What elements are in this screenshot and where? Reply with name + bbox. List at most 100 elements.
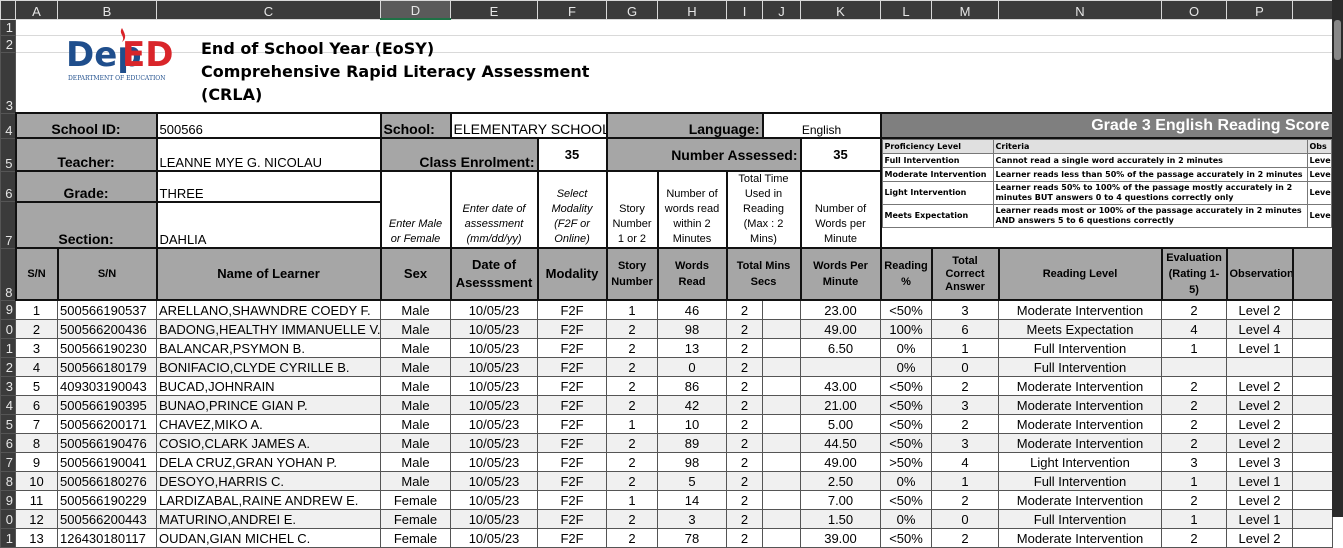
cell-blank[interactable] bbox=[1292, 490, 1333, 510]
cell-pct[interactable]: 0% bbox=[880, 357, 932, 377]
cell-wpm[interactable]: 43.00 bbox=[800, 376, 881, 396]
cell-story[interactable]: 2 bbox=[606, 452, 658, 472]
cell-mod[interactable]: F2F bbox=[537, 357, 607, 377]
cell-pct[interactable]: <50% bbox=[880, 433, 932, 453]
cell-story[interactable]: 2 bbox=[606, 319, 658, 339]
cell-lrn[interactable]: 500566200436 bbox=[57, 319, 157, 339]
cell-pct[interactable]: <50% bbox=[880, 376, 932, 396]
cell-lrn[interactable]: 500566190476 bbox=[57, 433, 157, 453]
cell-story[interactable]: 2 bbox=[606, 376, 658, 396]
cell-name[interactable]: LARDIZABAL,RAINE ANDREW E. bbox=[156, 490, 381, 510]
cell-secs[interactable] bbox=[762, 319, 801, 339]
cell-pct[interactable]: <50% bbox=[880, 414, 932, 434]
cell-sn[interactable]: 10 bbox=[15, 471, 58, 491]
cell-story[interactable]: 1 bbox=[606, 414, 658, 434]
cell-date[interactable]: 10/05/23 bbox=[450, 490, 538, 510]
column-header[interactable]: B bbox=[57, 0, 157, 20]
cell-blank[interactable] bbox=[1292, 509, 1333, 529]
cell-level[interactable]: Moderate Intervention bbox=[998, 528, 1162, 548]
cell-sex[interactable]: Female bbox=[380, 528, 451, 548]
cell-sex[interactable]: Male bbox=[380, 414, 451, 434]
column-header[interactable] bbox=[1292, 0, 1333, 20]
cell-date[interactable]: 10/05/23 bbox=[450, 299, 538, 320]
cell-mins[interactable]: 2 bbox=[726, 452, 763, 472]
cell-sn[interactable]: 2 bbox=[15, 319, 58, 339]
cell-name[interactable]: BALANCAR,PSYMON B. bbox=[156, 338, 381, 358]
cell-mod[interactable]: F2F bbox=[537, 395, 607, 415]
row-header[interactable]: 1 bbox=[0, 528, 16, 548]
cell-secs[interactable] bbox=[762, 452, 801, 472]
cell-correct[interactable]: 6 bbox=[931, 319, 999, 339]
cell-pct[interactable]: 0% bbox=[880, 509, 932, 529]
cell-secs[interactable] bbox=[762, 414, 801, 434]
cell-blank[interactable] bbox=[1292, 414, 1333, 434]
cell-blank[interactable] bbox=[1292, 433, 1333, 453]
cell-correct[interactable]: 4 bbox=[931, 452, 999, 472]
cell-lrn[interactable]: 500566180179 bbox=[57, 357, 157, 377]
cell-eval[interactable]: 2 bbox=[1161, 528, 1227, 548]
cell-story[interactable]: 1 bbox=[606, 299, 658, 320]
cell-mins[interactable]: 2 bbox=[726, 319, 763, 339]
cell-mins[interactable]: 2 bbox=[726, 490, 763, 510]
cell-mod[interactable]: F2F bbox=[537, 433, 607, 453]
cell-level[interactable]: Full Intervention bbox=[998, 471, 1162, 491]
row-header[interactable]: 4 bbox=[0, 112, 16, 139]
cell-mins[interactable]: 2 bbox=[726, 299, 763, 320]
cell-date[interactable]: 10/05/23 bbox=[450, 414, 538, 434]
cell-sn[interactable]: 1 bbox=[15, 299, 58, 320]
column-header[interactable]: J bbox=[762, 0, 801, 20]
cell-eval[interactable]: 2 bbox=[1161, 490, 1227, 510]
row-header[interactable]: 5 bbox=[0, 137, 16, 172]
row-header[interactable]: 6 bbox=[0, 170, 16, 203]
cell-obs[interactable]: Level 2 bbox=[1226, 433, 1293, 453]
cell-obs[interactable]: Level 4 bbox=[1226, 319, 1293, 339]
cell-story[interactable]: 1 bbox=[606, 490, 658, 510]
cell-correct[interactable]: 2 bbox=[931, 490, 999, 510]
cell-mins[interactable]: 2 bbox=[726, 357, 763, 377]
corner-cell[interactable] bbox=[0, 0, 16, 20]
cell-wpm[interactable]: 21.00 bbox=[800, 395, 881, 415]
cell-sex[interactable]: Male bbox=[380, 376, 451, 396]
cell-mod[interactable]: F2F bbox=[537, 490, 607, 510]
cell-wpm[interactable]: 39.00 bbox=[800, 528, 881, 548]
row-header[interactable]: 0 bbox=[0, 319, 16, 339]
cell-secs[interactable] bbox=[762, 395, 801, 415]
cell-level[interactable]: Moderate Intervention bbox=[998, 299, 1162, 320]
row-header[interactable]: 0 bbox=[0, 509, 16, 529]
cell-sex[interactable]: Male bbox=[380, 338, 451, 358]
cell-pct[interactable]: >50% bbox=[880, 452, 932, 472]
cell-secs[interactable] bbox=[762, 299, 801, 320]
cell-eval[interactable]: 2 bbox=[1161, 376, 1227, 396]
cell-obs[interactable]: Level 1 bbox=[1226, 471, 1293, 491]
cell-words[interactable]: 5 bbox=[657, 471, 727, 491]
cell-lrn[interactable]: 126430180117 bbox=[57, 528, 157, 548]
cell-secs[interactable] bbox=[762, 433, 801, 453]
cell-lrn[interactable]: 500566200443 bbox=[57, 509, 157, 529]
cell-sn[interactable]: 12 bbox=[15, 509, 58, 529]
cell-words[interactable]: 10 bbox=[657, 414, 727, 434]
row-header[interactable]: 9 bbox=[0, 490, 16, 510]
cell-pct[interactable]: <50% bbox=[880, 395, 932, 415]
cell-eval[interactable]: 1 bbox=[1161, 509, 1227, 529]
cell-words[interactable]: 46 bbox=[657, 299, 727, 320]
cell-lrn[interactable]: 409303190043 bbox=[57, 376, 157, 396]
cell-mins[interactable]: 2 bbox=[726, 414, 763, 434]
cell-sex[interactable]: Female bbox=[380, 509, 451, 529]
cell-name[interactable]: COSIO,CLARK JAMES A. bbox=[156, 433, 381, 453]
cell-secs[interactable] bbox=[762, 471, 801, 491]
row-header[interactable]: 6 bbox=[0, 433, 16, 453]
cell-lrn[interactable]: 500566190041 bbox=[57, 452, 157, 472]
row-header[interactable]: 4 bbox=[0, 395, 16, 415]
row-header[interactable]: 7 bbox=[0, 452, 16, 472]
cell-eval[interactable]: 4 bbox=[1161, 319, 1227, 339]
cell-date[interactable]: 10/05/23 bbox=[450, 509, 538, 529]
cell-wpm[interactable]: 44.50 bbox=[800, 433, 881, 453]
cell-blank[interactable] bbox=[1292, 319, 1333, 339]
cell-secs[interactable] bbox=[762, 338, 801, 358]
cell-blank[interactable] bbox=[1292, 528, 1333, 548]
cell-level[interactable]: Moderate Intervention bbox=[998, 376, 1162, 396]
cell-sex[interactable]: Male bbox=[380, 319, 451, 339]
cell-lrn[interactable]: 500566200171 bbox=[57, 414, 157, 434]
cell-sn[interactable]: 11 bbox=[15, 490, 58, 510]
cell-level[interactable]: Moderate Intervention bbox=[998, 395, 1162, 415]
